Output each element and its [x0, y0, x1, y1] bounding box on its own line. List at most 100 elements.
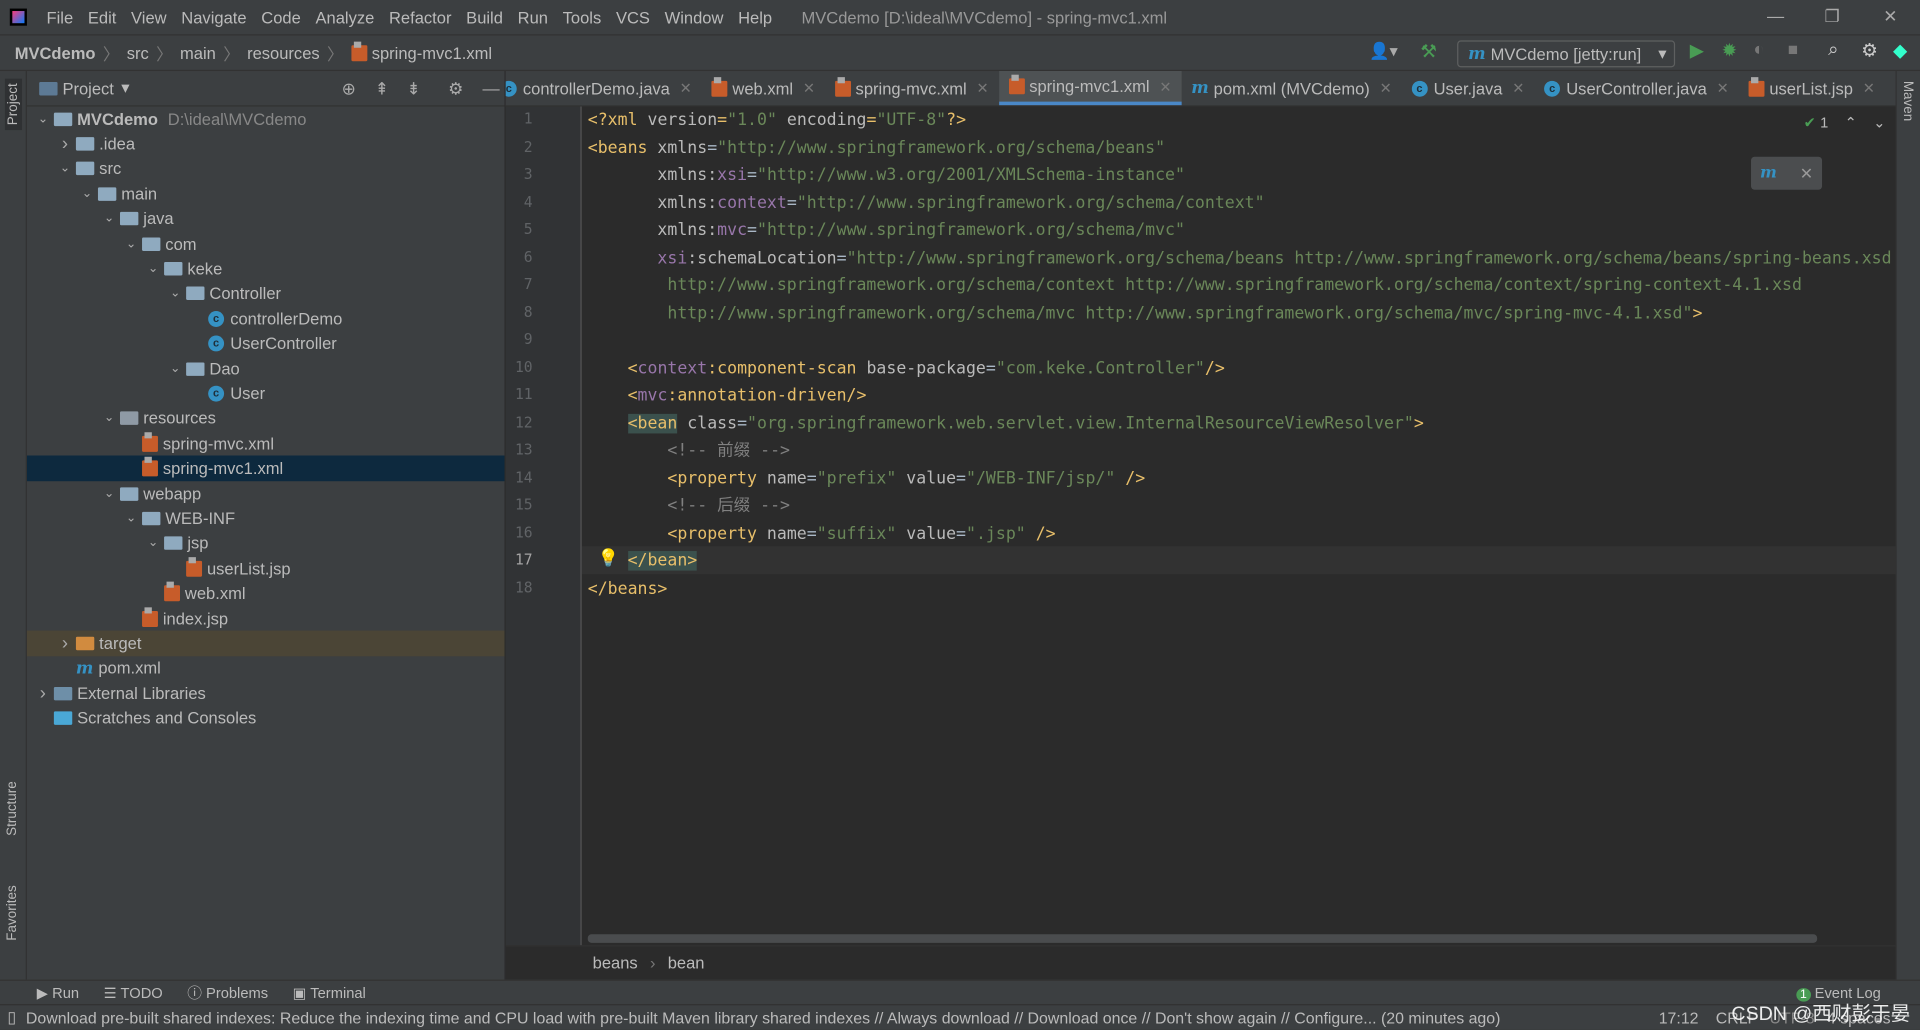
tree-item[interactable]: spring-mvc.xml	[27, 431, 505, 456]
menu-file[interactable]: File	[39, 8, 80, 26]
coverage-icon[interactable]: ◐	[1753, 39, 1764, 60]
close-tab-icon[interactable]: ✕	[1863, 80, 1875, 97]
terminal-tool-button[interactable]: ▣ Terminal	[293, 984, 366, 1001]
tree-item[interactable]: ⌄ webapp	[27, 481, 505, 506]
code-line[interactable]: </beans>	[588, 575, 668, 603]
code-line[interactable]: <?xml version="1.0" encoding="UTF-8"?>	[588, 107, 966, 135]
tree-item[interactable]: ⌄ main	[27, 181, 505, 206]
tab-controllerdemo-java[interactable]: c controllerDemo.java ✕	[505, 71, 702, 105]
plugin-icon[interactable]: ◆	[1893, 39, 1907, 61]
tree-item[interactable]: c UserController	[27, 331, 505, 356]
menu-view[interactable]: View	[124, 8, 174, 26]
close-tab-icon[interactable]: ✕	[1380, 80, 1392, 97]
chevron-down-icon[interactable]: ⌄	[98, 212, 120, 225]
close-tab-icon[interactable]: ✕	[1717, 80, 1729, 97]
run-configuration-select[interactable]: m MVCdemo [jetty:run] ▾	[1457, 40, 1676, 68]
search-icon[interactable]: ⌕	[1828, 39, 1838, 60]
menu-run[interactable]: Run	[510, 8, 555, 26]
minimize-button[interactable]: —	[1767, 6, 1784, 26]
tab-usercontroller-java[interactable]: c UserController.java ✕	[1534, 71, 1738, 105]
tree-item[interactable]: ⌄ resources	[27, 406, 505, 431]
favorites-tool-button[interactable]: Favorites	[5, 885, 20, 940]
code-line[interactable]: http://www.springframework.org/schema/mv…	[588, 299, 1702, 327]
status-message[interactable]: Download pre-built shared indexes: Reduc…	[26, 1008, 1501, 1026]
chevron-down-icon[interactable]: ⌄	[164, 287, 186, 300]
menu-build[interactable]: Build	[459, 8, 510, 26]
close-window-button[interactable]: ✕	[1883, 6, 1897, 27]
tree-item[interactable]: web.xml	[27, 581, 505, 606]
menu-code[interactable]: Code	[254, 8, 308, 26]
close-tab-icon[interactable]: ✕	[976, 80, 988, 97]
tree-item[interactable]: userList.jsp	[27, 556, 505, 581]
code-editor[interactable]: 1 2 3 4 5 6 7 8 9 10 11 12 13 14 15 16 17 18 💡 <?xml vers…	[505, 106, 1896, 946]
code-line[interactable]: <property name="suffix" value=".jsp" />	[588, 520, 1055, 548]
horizontal-scrollbar[interactable]	[587, 934, 1818, 943]
maven-tool-button[interactable]: Maven	[1900, 81, 1915, 121]
locate-file-icon[interactable]: ⊕	[342, 78, 356, 99]
stop-icon[interactable]: ■	[1788, 39, 1798, 59]
tree-item[interactable]: index.jsp	[27, 606, 505, 631]
tree-item[interactable]: ⌄ src	[27, 156, 505, 181]
tab-user-java[interactable]: c User.java ✕	[1402, 71, 1535, 105]
code-line[interactable]: </bean>	[588, 547, 698, 575]
hide-panel-icon[interactable]: —	[482, 78, 499, 98]
tab-web-xml[interactable]: web.xml ✕	[702, 71, 825, 105]
tree-item[interactable]: ⌄ WEB-INF	[27, 506, 505, 531]
chevron-down-icon[interactable]: ⌄	[54, 162, 76, 175]
crumb-file[interactable]: spring-mvc1.xml	[372, 43, 492, 61]
tree-item[interactable]: ⌄ Controller	[27, 281, 505, 306]
crumb-src[interactable]: src	[127, 43, 149, 61]
tree-item[interactable]: m pom.xml	[27, 656, 505, 681]
inspection-widget[interactable]: ✔ 1 ⌃ ⌄	[1804, 114, 1886, 131]
tab-spring-mvc1-xml[interactable]: spring-mvc1.xml ✕	[998, 71, 1182, 106]
code-line[interactable]: http://www.springframework.org/schema/co…	[588, 272, 1802, 300]
build-hammer-icon[interactable]: ⚒	[1420, 40, 1436, 63]
menu-tools[interactable]: Tools	[555, 8, 608, 26]
chevron-down-icon[interactable]: ⌄	[98, 412, 120, 425]
close-tab-icon[interactable]: ✕	[1159, 78, 1171, 95]
tree-item[interactable]: ⌄ keke	[27, 256, 505, 281]
close-tab-icon[interactable]: ✕	[1512, 80, 1524, 97]
code-line[interactable]: xmlns:mvc="http://www.springframework.or…	[588, 217, 1185, 245]
menu-help[interactable]: Help	[731, 8, 780, 26]
run-tool-button[interactable]: ▶ Run	[37, 984, 79, 1001]
code-line[interactable]: <!-- 前缀 -->	[588, 437, 790, 465]
project-tool-button[interactable]: Project	[4, 78, 23, 131]
debug-icon[interactable]: ✹	[1722, 39, 1737, 61]
chevron-right-icon[interactable]: ›	[54, 134, 76, 155]
tree-item[interactable]: › target	[26, 630, 505, 656]
structure-tool-button[interactable]: Structure	[5, 781, 20, 836]
menu-vcs[interactable]: VCS	[609, 8, 658, 26]
chevron-down-icon[interactable]: ⌄	[164, 362, 186, 375]
menu-window[interactable]: Window	[657, 8, 730, 26]
tree-item[interactable]: ⌄ com	[27, 231, 505, 256]
expand-all-icon[interactable]: ⇞	[375, 78, 389, 99]
chevron-down-icon[interactable]: ⌄	[76, 187, 98, 200]
tree-item[interactable]: ⌄ jsp	[27, 531, 505, 556]
collapse-all-icon[interactable]: ⇟	[407, 78, 421, 99]
chevron-down-icon[interactable]: ⌄	[32, 112, 54, 125]
code-line[interactable]: <bean class="org.springframework.web.ser…	[588, 410, 1424, 438]
tree-item[interactable]: spring-mvc1.xml	[26, 456, 505, 482]
code-line[interactable]: <mvc:annotation-driven/>	[588, 382, 867, 410]
settings-gear-icon[interactable]: ⚙	[1861, 39, 1877, 61]
chevron-down-icon[interactable]: ⌄	[98, 487, 120, 500]
tree-item[interactable]: ⌄ java	[27, 206, 505, 231]
chevron-right-icon[interactable]: ›	[54, 633, 76, 654]
close-tab-icon[interactable]: ✕	[680, 80, 692, 97]
tree-item[interactable]: c controllerDemo	[27, 306, 505, 331]
options-gear-icon[interactable]: ⚙	[448, 78, 463, 99]
vcs-user-icon[interactable]: 👤▾	[1369, 42, 1398, 62]
tab-pom-xml-mvcdemo-[interactable]: m pom.xml (MVCdemo) ✕	[1181, 71, 1401, 105]
tab-userlist-jsp[interactable]: userList.jsp ✕	[1739, 71, 1885, 105]
chevron-down-icon[interactable]: ⌄	[120, 237, 142, 250]
code-line[interactable]: <context:component-scan base-package="co…	[588, 354, 1225, 382]
todo-tool-button[interactable]: ☰ TODO	[104, 984, 163, 1001]
notification-icon[interactable]: ▯	[7, 1008, 16, 1028]
crumb-project[interactable]: MVCdemo	[15, 43, 96, 61]
menu-analyze[interactable]: Analyze	[308, 8, 382, 26]
chevron-down-icon[interactable]: ⌄	[120, 512, 142, 525]
code-line[interactable]: xmlns:xsi="http://www.w3.org/2001/XMLSch…	[588, 162, 1185, 190]
chevron-down-icon[interactable]: ⌄	[142, 262, 164, 275]
chevron-down-icon[interactable]: ⌄	[142, 537, 164, 550]
